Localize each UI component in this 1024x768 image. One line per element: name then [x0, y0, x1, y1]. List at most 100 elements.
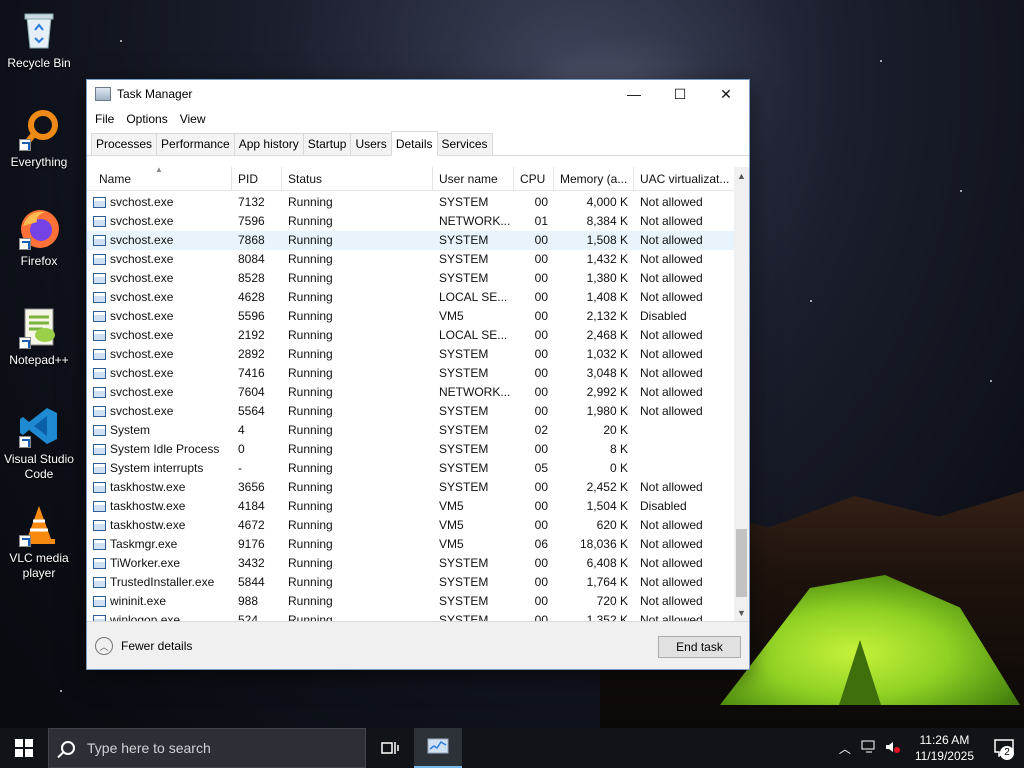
- minimize-button[interactable]: —: [611, 80, 657, 108]
- table-row[interactable]: svchost.exe 5596 Running VM5 00 2,132 K Disabl…: [87, 307, 735, 326]
- cell-name: svchost.exe: [110, 385, 174, 399]
- cell-pid: 4672: [238, 518, 265, 532]
- cell-pid: 5596: [238, 309, 265, 323]
- cell-mem: 1,352 K: [586, 613, 628, 621]
- star: [960, 190, 962, 192]
- speaker-muted-icon[interactable]: [881, 740, 905, 757]
- fewer-details-button[interactable]: ︿ Fewer details: [95, 637, 192, 655]
- cell-uac: Disabled: [640, 309, 687, 323]
- maximize-button[interactable]: ☐: [657, 80, 703, 108]
- column-header-user-name[interactable]: User name: [433, 167, 514, 191]
- table-row[interactable]: svchost.exe 7132 Running SYSTEM 00 4,000 K Not…: [87, 193, 735, 212]
- close-button[interactable]: ✕: [703, 80, 749, 108]
- table-row[interactable]: svchost.exe 4628 Running LOCAL SE... 00 1,408…: [87, 288, 735, 307]
- cell-pid: 4184: [238, 499, 265, 513]
- scrollbar-thumb[interactable]: [736, 529, 747, 597]
- cell-user: SYSTEM: [439, 404, 489, 418]
- desktop-icon-everything[interactable]: Everything: [0, 107, 78, 170]
- cell-status: Running: [288, 271, 333, 285]
- cell-status: Running: [288, 385, 333, 399]
- taskbar-search-box[interactable]: Type here to search: [48, 728, 366, 768]
- cell-mem: 0 K: [609, 461, 628, 475]
- tab-performance[interactable]: Performance: [156, 133, 235, 155]
- column-header-uac-virtualization[interactable]: UAC virtualizat...: [634, 167, 735, 191]
- cell-mem: 1,504 K: [586, 499, 628, 513]
- tab-users[interactable]: Users: [350, 133, 392, 155]
- tab-processes[interactable]: Processes: [91, 133, 158, 155]
- task-view-button[interactable]: [366, 728, 414, 768]
- recycle-bin-icon: [17, 8, 61, 52]
- table-row[interactable]: Taskmgr.exe 9176 Running VM5 06 18,036 K Not a…: [87, 535, 735, 554]
- table-row[interactable]: svchost.exe 2892 Running SYSTEM 00 1,032 K Not…: [87, 345, 735, 364]
- desktop-icon-label: Visual Studio Code: [4, 452, 74, 481]
- table-row[interactable]: wininit.exe 988 Running SYSTEM 00 720 K Not al…: [87, 592, 735, 611]
- tab-services[interactable]: Services: [436, 133, 493, 155]
- desktop-icon-firefox[interactable]: Firefox: [0, 206, 78, 269]
- table-row[interactable]: TiWorker.exe 3432 Running SYSTEM 00 6,408 K No…: [87, 554, 735, 573]
- cell-user: SYSTEM: [439, 271, 489, 285]
- table-row[interactable]: svchost.exe 7604 Running NETWORK... 00 2,992 …: [87, 383, 735, 402]
- column-header-status[interactable]: Status: [282, 167, 433, 191]
- cell-name: winlogon.exe: [110, 613, 181, 621]
- table-row[interactable]: winlogon.exe 524 Running SYSTEM 00 1,352 K Not…: [87, 611, 735, 621]
- title-bar[interactable]: Task Manager — ☐ ✕: [87, 80, 749, 108]
- table-row[interactable]: System interrupts - Running SYSTEM 05 0 K: [87, 459, 735, 478]
- menu-view[interactable]: View: [174, 112, 212, 126]
- desktop-icon-recycle-bin[interactable]: Recycle Bin: [0, 8, 78, 71]
- table-row[interactable]: svchost.exe 7868 Running SYSTEM 00 1,508 K Not…: [87, 231, 735, 250]
- cell-user: NETWORK...: [439, 214, 511, 228]
- vertical-scrollbar[interactable]: ▲ ▼: [734, 167, 749, 621]
- column-header-row: ▲ Name PID Status User name CPU Memory (…: [87, 167, 735, 191]
- task-manager-window[interactable]: Task Manager — ☐ ✕ File Options View Pro…: [86, 79, 750, 670]
- scroll-up-icon[interactable]: ▲: [734, 167, 749, 184]
- start-button[interactable]: [0, 728, 48, 768]
- cell-status: Running: [288, 442, 333, 456]
- end-task-button[interactable]: End task: [658, 636, 741, 658]
- clock[interactable]: 11:26 AM 11/19/2025: [905, 732, 984, 764]
- menu-options[interactable]: Options: [120, 112, 173, 126]
- column-header-pid[interactable]: PID: [232, 167, 282, 191]
- tab-app-history[interactable]: App history: [233, 133, 304, 155]
- table-row[interactable]: svchost.exe 5564 Running SYSTEM 00 1,980 K Not…: [87, 402, 735, 421]
- chevron-up-tray-icon[interactable]: ︿: [833, 740, 857, 757]
- cell-mem: 2,468 K: [586, 328, 628, 342]
- cell-cpu: 00: [534, 328, 548, 342]
- cell-uac: Not allowed: [640, 271, 703, 285]
- table-row[interactable]: taskhostw.exe 3656 Running SYSTEM 00 2,452 K N…: [87, 478, 735, 497]
- network-icon[interactable]: [857, 740, 881, 757]
- desktop-icon-vscode[interactable]: Visual Studio Code: [0, 404, 78, 482]
- notifications-button[interactable]: 2: [984, 728, 1024, 768]
- cell-pid: -: [238, 461, 242, 475]
- tab-details[interactable]: Details: [390, 131, 438, 156]
- task-manager-icon: [427, 738, 449, 754]
- table-row[interactable]: System 4 Running SYSTEM 02 20 K: [87, 421, 735, 440]
- desktop-icon-notepad-plus-plus[interactable]: Notepad++: [0, 305, 78, 368]
- table-row[interactable]: svchost.exe 8084 Running SYSTEM 00 1,432 K Not…: [87, 250, 735, 269]
- cell-user: LOCAL SE...: [439, 290, 508, 304]
- cell-pid: 8084: [238, 252, 265, 266]
- table-row[interactable]: svchost.exe 7416 Running SYSTEM 00 3,048 K Not…: [87, 364, 735, 383]
- cell-name: svchost.exe: [110, 271, 174, 285]
- column-header-memory[interactable]: Memory (a...: [554, 167, 634, 191]
- table-row[interactable]: taskhostw.exe 4184 Running VM5 00 1,504 K Disa…: [87, 497, 735, 516]
- cell-name: TrustedInstaller.exe: [110, 575, 215, 589]
- column-header-name[interactable]: Name: [93, 167, 232, 191]
- scroll-down-icon[interactable]: ▼: [734, 604, 749, 621]
- cell-pid: 5844: [238, 575, 265, 589]
- column-header-cpu[interactable]: CPU: [514, 167, 554, 191]
- table-row[interactable]: taskhostw.exe 4672 Running VM5 00 620 K Not al…: [87, 516, 735, 535]
- cell-name: System Idle Process: [110, 442, 220, 456]
- table-row[interactable]: System Idle Process 0 Running SYSTEM 00 8 K: [87, 440, 735, 459]
- notification-count-badge: 2: [1000, 746, 1014, 760]
- menu-file[interactable]: File: [89, 112, 120, 126]
- desktop-icon-vlc[interactable]: VLC media player: [0, 503, 78, 581]
- cell-user: SYSTEM: [439, 461, 489, 475]
- table-row[interactable]: svchost.exe 7596 Running NETWORK... 01 8,384 …: [87, 212, 735, 231]
- taskbar-task-manager-button[interactable]: [414, 728, 462, 768]
- shortcut-arrow-icon: [19, 238, 31, 250]
- cell-cpu: 00: [534, 556, 548, 570]
- tab-startup[interactable]: Startup: [302, 133, 352, 155]
- table-row[interactable]: TrustedInstaller.exe 5844 Running SYSTEM 00 1…: [87, 573, 735, 592]
- table-row[interactable]: svchost.exe 2192 Running LOCAL SE... 00 2,468…: [87, 326, 735, 345]
- table-row[interactable]: svchost.exe 8528 Running SYSTEM 00 1,380 K Not…: [87, 269, 735, 288]
